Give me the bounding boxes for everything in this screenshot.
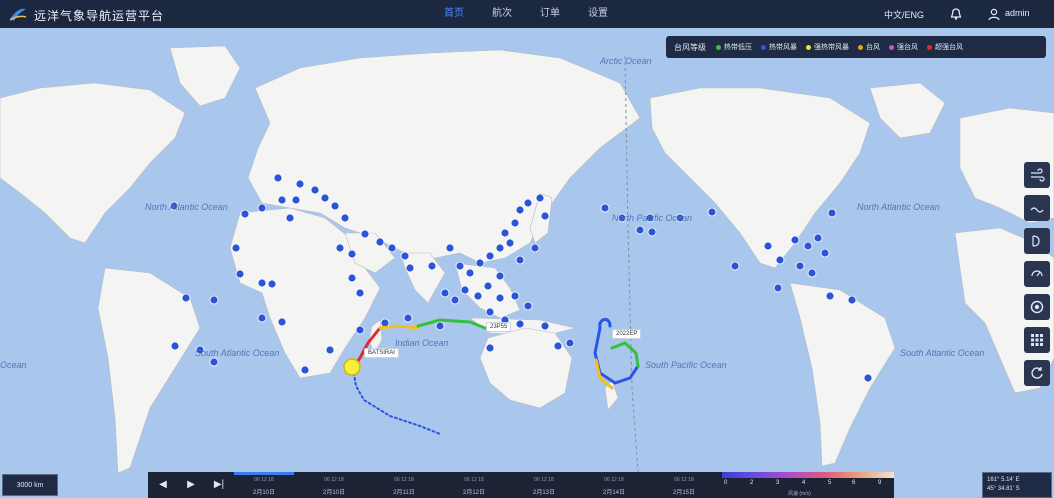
legend-item[interactable]: 台风 [858,42,880,52]
app-title: 远洋气象导航运营平台 [34,9,165,23]
legend-label: 台风 [866,44,880,51]
refresh-button[interactable] [1024,360,1050,386]
current-icon [1032,235,1040,247]
colorbar-value: 9 [878,480,882,486]
timeline-date: 2月13日 [532,490,555,496]
legend-label: 超强台风 [935,44,963,51]
pressure-icon [1031,270,1043,277]
ocean-label: South Atlantic Ocean [900,348,985,358]
colorbar-value: 2 [750,480,754,486]
timeline-date: 2月15日 [672,490,695,496]
timeline-hours: 06 12 18 [254,477,274,483]
timeline-date: 2月14日 [602,490,625,496]
ocean-label: Ocean [0,360,27,370]
top-bar: 远洋气象导航运营平台 首页 航次 订单 设置 中文/ENG admin [0,0,1054,28]
ocean-label: Indian Ocean [395,338,449,348]
latitude-readout: 45° 34.81' S [987,486,1020,492]
longitude-readout: 161° 5.14' E [987,477,1020,483]
wind-colorbar: 0 2 3 4 5 6 9 风速 (m/s) [722,472,894,498]
colorbar-value: 3 [776,480,780,486]
wave-layer-button[interactable] [1024,195,1050,221]
colorbar-value: 0 [724,480,728,486]
logo-icon [9,8,27,21]
wind-layer-button[interactable] [1024,162,1050,188]
colorbar-unit: 风速 (m/s) [788,491,811,497]
storm-label[interactable]: 2022EP [612,329,642,339]
target-icon [1030,300,1044,314]
timeline-hours: 06 12 18 [394,477,414,483]
ocean-label: Arctic Ocean [600,56,652,66]
legend-dot [927,44,932,50]
timeline-hours: 06 12 18 [674,477,694,483]
language-switch[interactable]: 中文/ENG [884,8,924,21]
legend-item[interactable]: 超强台风 [927,42,963,52]
nav-voyage[interactable]: 航次 [478,0,526,28]
legend-label: 强热带风暴 [814,44,849,51]
typhoon-legend: 台风等级 热带低压 热带风暴 强热带风暴 台风 强台风 超强台风 [666,36,1046,58]
legend-label: 热带低压 [724,44,752,51]
legend-dot [889,44,894,50]
timeline-hours: 06 12 18 [534,477,554,483]
timeline-progress [234,472,294,475]
colorbar-value: 4 [802,480,806,486]
world-map[interactable] [0,28,1054,498]
legend-title: 台风等级 [674,42,706,52]
nav-home[interactable]: 首页 [430,0,478,28]
storm-label[interactable]: BATSIRAI [364,348,399,358]
colorbar-value: 5 [828,480,832,486]
grid-button[interactable] [1024,327,1050,353]
refresh-icon [1031,367,1043,379]
play-button[interactable]: ▶ [184,478,198,492]
grid-icon [1031,334,1043,346]
wave-icon [1030,207,1044,213]
timeline-track[interactable]: 06 12 18 2月10日 06 12 18 2月10日 06 12 18 2… [234,472,722,498]
ocean-label: North Atlantic Ocean [857,202,940,212]
colorbar-gradient [722,472,894,478]
legend-item[interactable]: 热带风暴 [761,42,797,52]
user-icon[interactable] [987,7,1001,21]
cursor-coordinates: 161° 5.14' E 45° 34.81' S [982,472,1052,498]
legend-dot [806,44,811,50]
target-button[interactable] [1024,294,1050,320]
bell-icon[interactable] [949,7,963,21]
ocean-label: South Atlantic Ocean [195,348,280,358]
timeline-hours: 06 12 18 [324,477,344,483]
current-layer-button[interactable] [1024,228,1050,254]
wind-icon [1031,168,1045,182]
legend-item[interactable]: 强台风 [889,42,918,52]
ocean-label: North Pacific Ocean [612,213,693,223]
legend-label: 强台风 [897,44,918,51]
scale-bar: 3000 km [2,474,58,496]
nav-orders[interactable]: 订单 [526,0,574,28]
ocean-label: North Atlantic Ocean [145,202,228,212]
timeline-player: ◀ ▶ ▶| 06 12 18 2月10日 06 12 18 2月10日 06 … [148,472,722,498]
timeline-date: 2月12日 [462,490,485,496]
legend-label: 热带风暴 [769,44,797,51]
timeline-date: 2月10日 [322,490,345,496]
ocean-label: South Pacific Ocean [645,360,727,370]
map-toolbar [1024,162,1050,393]
legend-dot [858,44,863,50]
username[interactable]: admin [1005,8,1030,18]
legend-dot [761,44,766,50]
storm-label[interactable]: 23P55 [486,322,512,332]
legend-dot [716,44,721,50]
timeline-date: 2月10日 [252,490,275,496]
legend-item[interactable]: 强热带风暴 [806,42,849,52]
prev-frame-button[interactable]: ◀ [156,478,170,492]
pressure-layer-button[interactable] [1024,261,1050,287]
colorbar-value: 6 [852,480,856,486]
timeline-hours: 06 12 18 [604,477,624,483]
legend-item[interactable]: 热带低压 [716,42,752,52]
main-nav: 首页 航次 订单 设置 [430,0,622,28]
nav-settings[interactable]: 设置 [574,0,622,28]
timeline-date: 2月11日 [393,490,415,496]
next-frame-button[interactable]: ▶| [212,478,226,492]
timeline-hours: 06 12 18 [464,477,484,483]
storm-current-batsirai [343,358,361,376]
